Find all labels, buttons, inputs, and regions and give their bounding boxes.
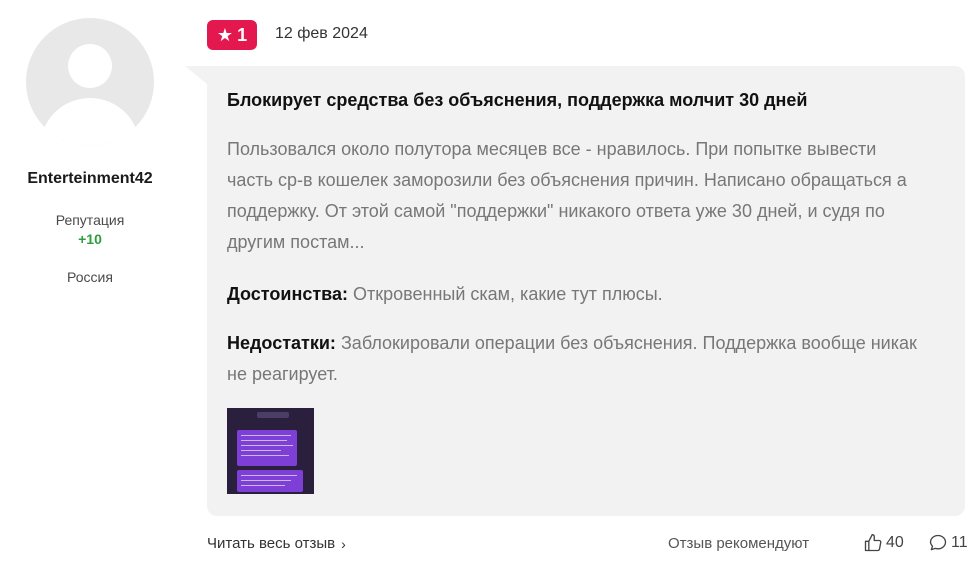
- thumbnail-text-line: [241, 435, 291, 436]
- thumbnail-text-line: [241, 485, 285, 486]
- author-country: Россия: [67, 269, 113, 285]
- avatar-head-shape: [68, 44, 112, 88]
- pros-text: Откровенный скам, какие тут плюсы.: [353, 284, 663, 304]
- pros-label: Достоинства:: [227, 284, 348, 304]
- review-pros: Достоинства: Откровенный скам, какие тут…: [227, 280, 927, 308]
- reputation-label: Репутация: [55, 212, 125, 228]
- review-cons: Недостатки: Заблокировали операции без о…: [227, 328, 927, 390]
- rating-value: 1: [237, 24, 248, 45]
- review-image-thumbnail[interactable]: [227, 408, 314, 494]
- star-icon: ★: [216, 25, 234, 45]
- thumbnail-chat-bubble: [257, 412, 289, 418]
- like-count: 40: [886, 534, 904, 551]
- read-full-review-link[interactable]: Читать весь отзыв ›: [207, 535, 346, 552]
- review-date: 12 фев 2024: [275, 25, 368, 42]
- avatar[interactable]: [26, 18, 154, 146]
- thumbnail-text-line: [241, 445, 293, 446]
- thumbnail-text-line: [241, 480, 291, 481]
- thumbnail-chat-bubble: [237, 470, 303, 492]
- thumbnail-text-line: [241, 450, 281, 451]
- author-username[interactable]: Enterteinment42: [0, 170, 180, 188]
- recommend-label: Отзыв рекомендуют: [668, 535, 810, 552]
- avatar-body-shape: [40, 98, 140, 146]
- cons-label: Недостатки:: [227, 333, 336, 353]
- comment-icon: [929, 534, 947, 551]
- reputation-value: +10: [78, 231, 102, 247]
- rating-badge: ★ 1: [207, 20, 257, 50]
- chevron-right-icon: ›: [341, 535, 346, 552]
- comments-button[interactable]: 11: [928, 533, 968, 553]
- thumbnail-text-line: [241, 475, 297, 476]
- thumbnail-text-line: [241, 440, 287, 441]
- read-more-label: Читать весь отзыв: [207, 535, 336, 552]
- thumbnail-text-line: [241, 455, 289, 456]
- review-text: Пользовался около полутора месяцев все -…: [227, 139, 907, 252]
- thumbs-up-icon: [864, 534, 882, 552]
- like-button[interactable]: 40: [863, 533, 904, 553]
- comment-count: 11: [951, 534, 968, 551]
- review-bubble: Блокирует средства без объяснения, подде…: [185, 66, 965, 516]
- review-title[interactable]: Блокирует средства без объяснения, подде…: [227, 90, 947, 111]
